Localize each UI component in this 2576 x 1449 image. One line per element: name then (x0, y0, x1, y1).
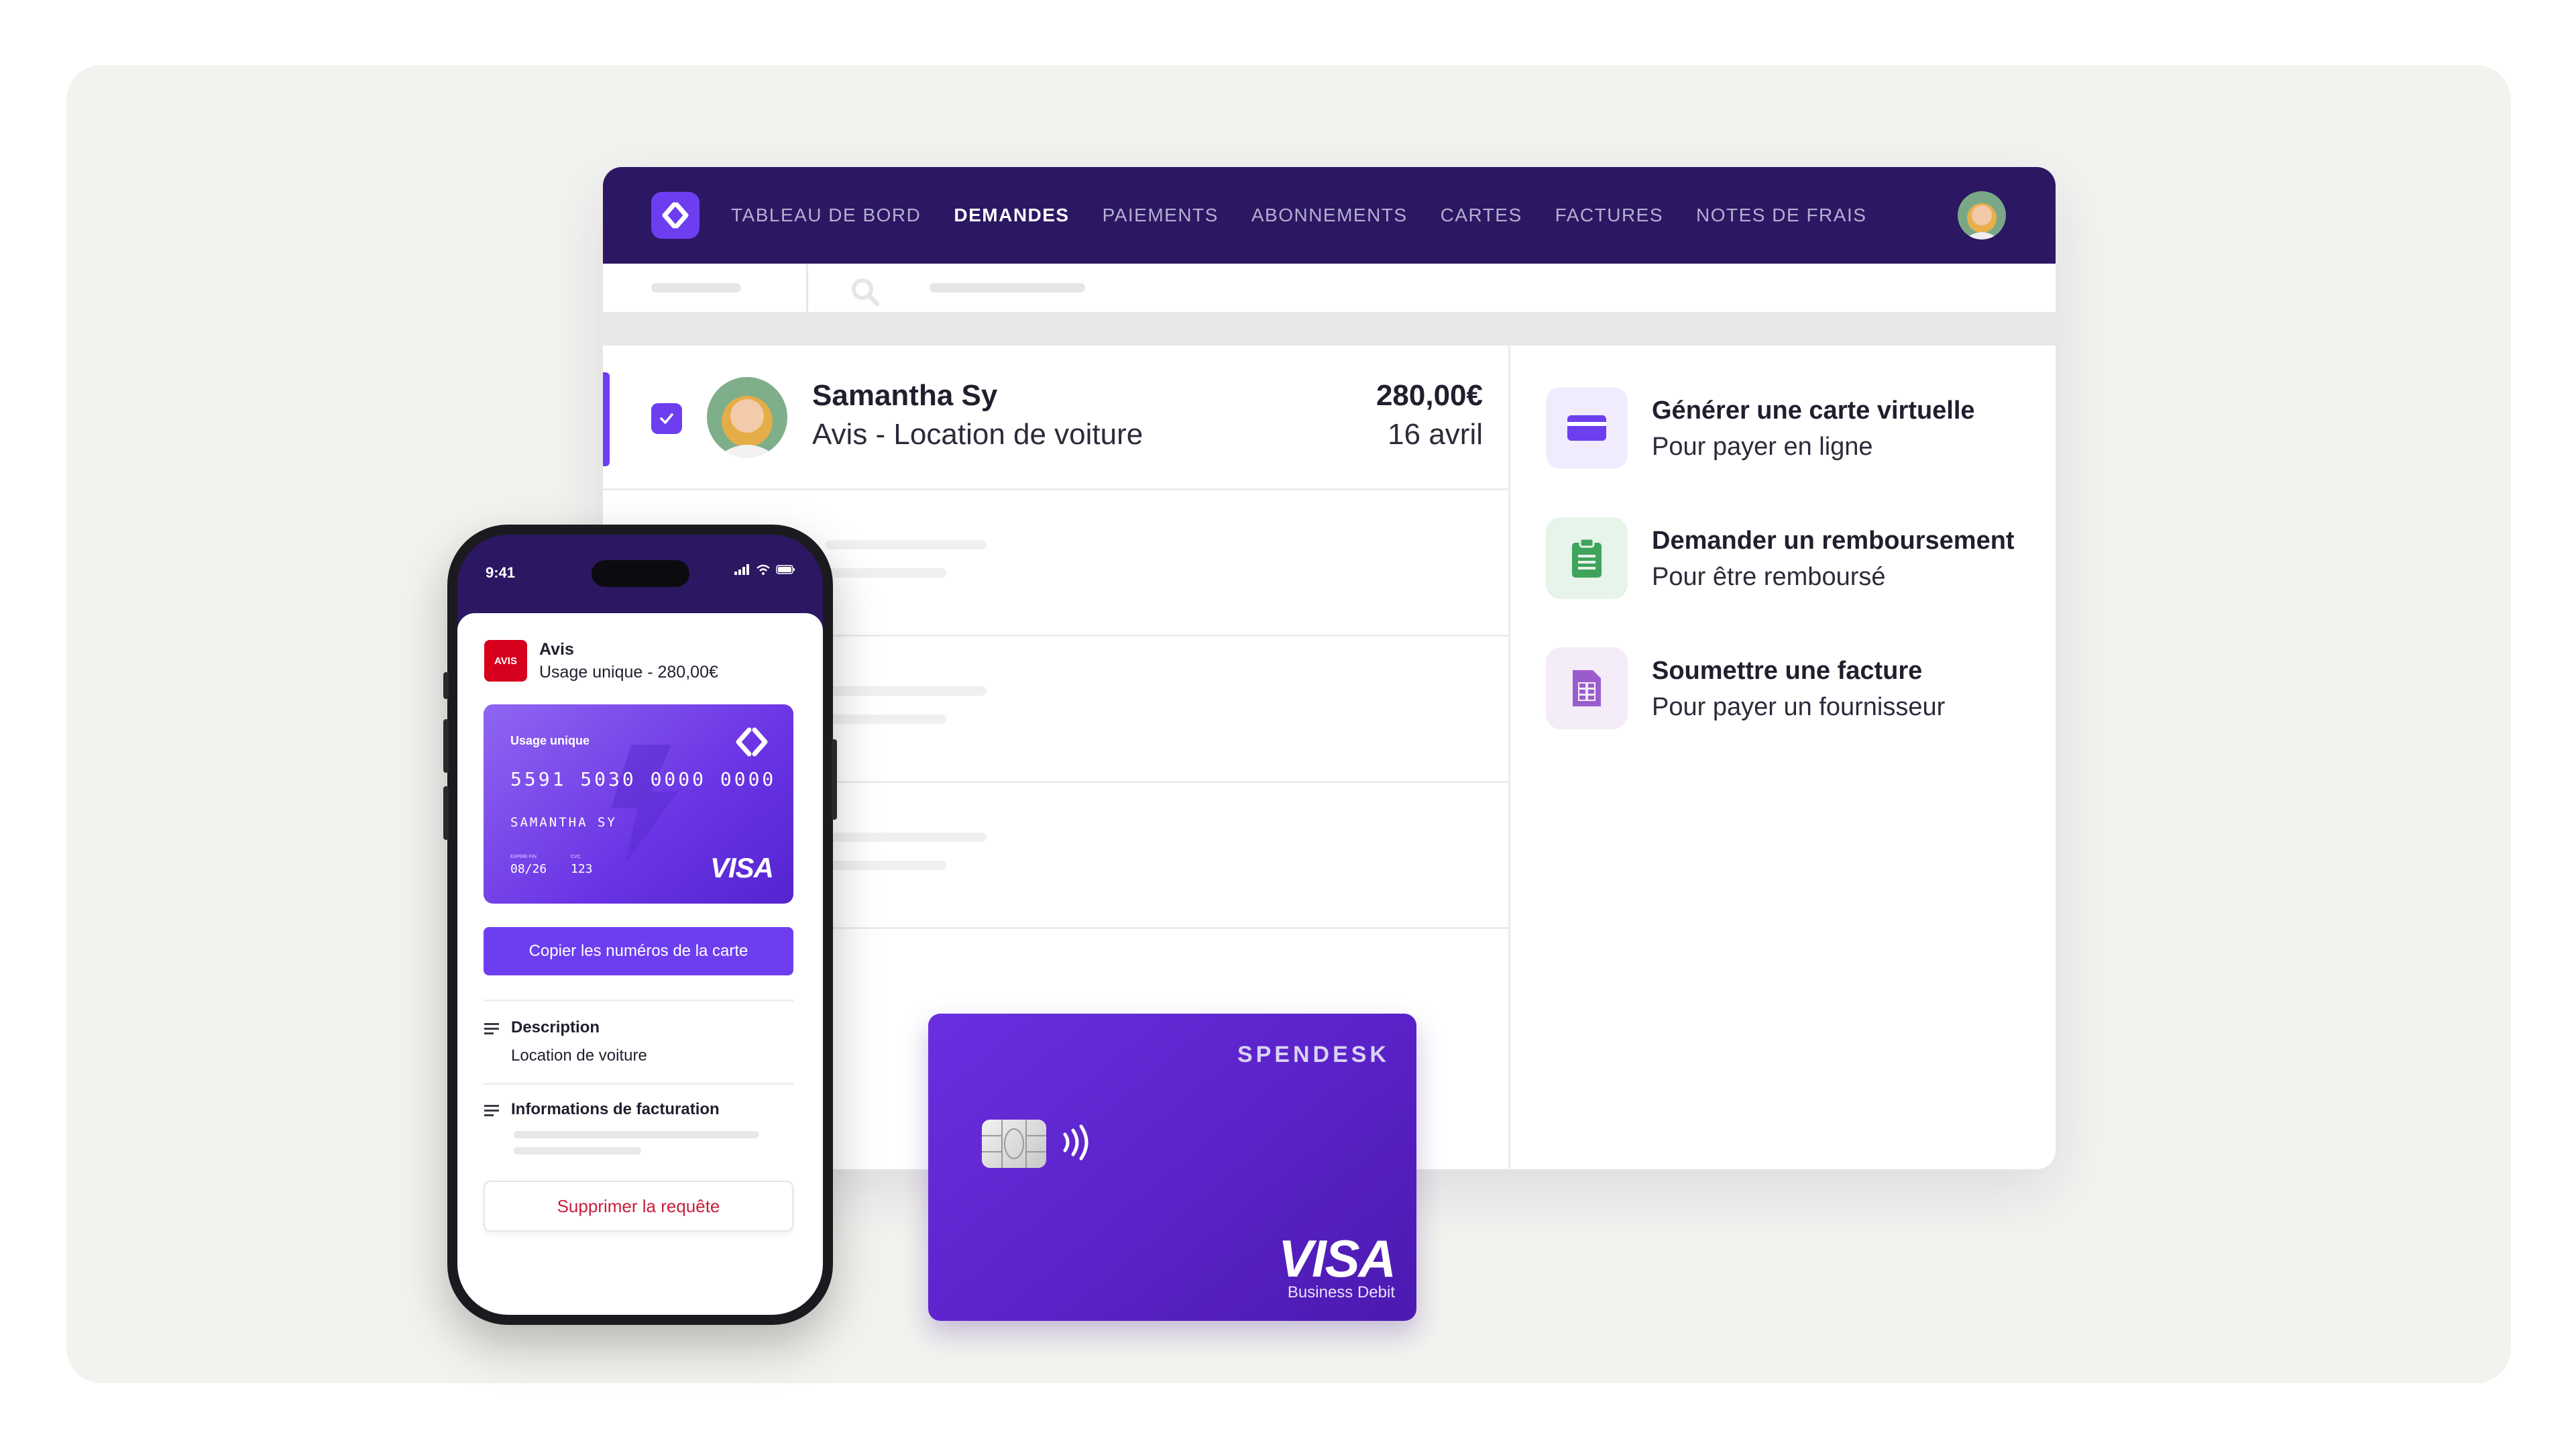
request-detail-sheet: AVIS Avis Usage unique - 280,00€ Usage u… (457, 613, 823, 1315)
request-row-selected[interactable]: Samantha Sy Avis - Location de voiture 2… (603, 345, 1508, 490)
text-lines-icon (484, 1105, 499, 1116)
clipboard-icon (1546, 517, 1628, 599)
requester-name: Samantha Sy (812, 379, 998, 412)
action-subtitle: Pour être remboursé (1652, 563, 1886, 591)
user-avatar[interactable] (1958, 191, 2006, 239)
merchant-name: Avis (539, 640, 574, 659)
phone-volume-up (443, 719, 449, 773)
physical-card: SPENDESK VISA Business Debit (928, 1014, 1416, 1321)
nav-item-cartes[interactable]: CARTES (1441, 205, 1522, 226)
text-lines-icon (484, 1023, 499, 1034)
requester-avatar (707, 377, 787, 458)
cvc-label: CVC (571, 855, 581, 859)
card-cvc: 123 (571, 862, 593, 876)
description-value: Location de voiture (511, 1046, 647, 1065)
nav-item-notes-de-frais[interactable]: NOTES DE FRAIS (1696, 205, 1866, 226)
row-checkbox[interactable] (651, 403, 682, 434)
action-subtitle: Pour payer un fournisseur (1652, 693, 1946, 721)
nav-item-demandes[interactable]: DEMANDES (954, 205, 1069, 226)
chip-icon (982, 1120, 1046, 1168)
card-usage-label: Usage unique (510, 734, 590, 747)
nav-item-abonnements[interactable]: ABONNEMENTS (1251, 205, 1408, 226)
status-time: 9:41 (486, 564, 516, 581)
filter-placeholder[interactable] (651, 283, 741, 292)
phone-volume-down (443, 786, 449, 840)
card-holder: SAMANTHA SY (510, 815, 617, 830)
placeholder-line (826, 714, 946, 724)
status-icons (734, 564, 796, 575)
placeholder-line (514, 1131, 759, 1138)
credit-card-icon (1546, 387, 1628, 469)
nav-item-tableau-de-bord[interactable]: TABLEAU DE BORD (731, 205, 921, 226)
action-generate-virtual-card[interactable]: Générer une carte virtuelle Pour payer e… (1546, 387, 2029, 474)
check-icon (660, 413, 673, 424)
nav-item-factures[interactable]: FACTURES (1555, 205, 1663, 226)
card-number: 5591 5030 0000 0000 (510, 768, 777, 790)
search-input[interactable] (930, 283, 1085, 292)
main-nav: TABLEAU DE BORD DEMANDES PAIEMENTS ABONN… (731, 167, 1899, 264)
merchant-subtitle: Usage unique - 280,00€ (539, 663, 718, 682)
phone-screen: 9:41 AVIS Avis Usage unique - 280,00€ Us… (457, 535, 823, 1315)
list-header-band (603, 312, 2056, 345)
search-icon[interactable] (848, 274, 883, 309)
panel-divider (1508, 345, 1510, 1169)
action-title: Générer une carte virtuelle (1652, 396, 1975, 425)
placeholder-line (826, 686, 987, 696)
lightning-watermark-icon (611, 745, 678, 865)
placeholder-line (826, 540, 987, 549)
request-date: 16 avril (1388, 418, 1483, 451)
dynamic-island (592, 560, 689, 587)
signal-icon (734, 564, 749, 575)
request-amount: 280,00€ (1376, 379, 1483, 412)
spendesk-logo-icon (736, 727, 768, 757)
nav-item-paiements[interactable]: PAIEMENTS (1103, 205, 1219, 226)
invoice-icon (1546, 647, 1628, 729)
phone-power-button (832, 739, 837, 820)
card-brand: SPENDESK (1237, 1042, 1390, 1067)
mobile-phone: 9:41 AVIS Avis Usage unique - 280,00€ Us… (443, 525, 837, 1325)
action-title: Soumettre une facture (1652, 657, 1923, 685)
card-expiry: 08/26 (510, 862, 547, 876)
action-title: Demander un remboursement (1652, 527, 2015, 555)
placeholder-line (514, 1147, 641, 1155)
visa-logo: VISA (710, 852, 774, 883)
copy-card-numbers-button[interactable]: Copier les numéros de la carte (484, 927, 793, 975)
action-submit-invoice[interactable]: Soumettre une facture Pour payer un four… (1546, 647, 2029, 735)
description-title: Description (511, 1018, 600, 1036)
contactless-icon (1063, 1124, 1088, 1161)
selected-indicator (603, 372, 610, 466)
card-type-label: Business Debit (1287, 1283, 1395, 1301)
billing-info-title[interactable]: Informations de facturation (511, 1100, 720, 1119)
top-navigation-bar: TABLEAU DE BORD DEMANDES PAIEMENTS ABONN… (603, 167, 2056, 264)
expiry-label: EXPIRE FIN (510, 855, 537, 859)
filter-divider (806, 264, 808, 312)
action-subtitle: Pour payer en ligne (1652, 433, 1873, 461)
virtual-card[interactable]: Usage unique 5591 5030 0000 0000 SAMANTH… (484, 704, 793, 904)
placeholder-line (826, 861, 946, 870)
phone-side-button (443, 672, 449, 699)
visa-logo: VISA (1278, 1229, 1396, 1288)
divider (484, 1000, 793, 1002)
action-request-reimbursement[interactable]: Demander un remboursement Pour être remb… (1546, 517, 2029, 604)
spendesk-logo-icon[interactable] (651, 192, 699, 239)
request-description: Avis - Location de voiture (812, 418, 1143, 451)
placeholder-line (826, 568, 946, 578)
delete-request-button[interactable]: Supprimer la requête (484, 1181, 793, 1232)
divider (484, 1083, 793, 1085)
filter-bar (603, 264, 2056, 312)
avis-logo: AVIS (484, 640, 527, 682)
placeholder-line (826, 833, 987, 842)
wifi-icon (757, 564, 770, 575)
battery-icon (776, 565, 795, 574)
